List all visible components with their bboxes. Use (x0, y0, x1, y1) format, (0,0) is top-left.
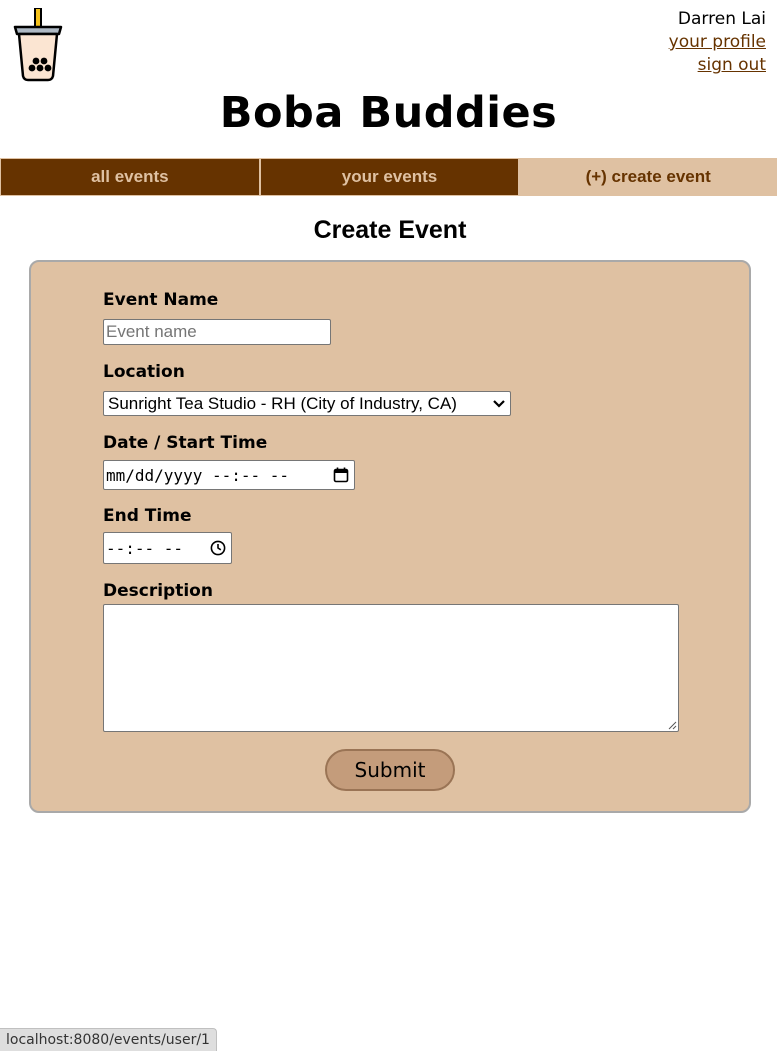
location-selected-value: Sunright Tea Studio - RH (City of Indust… (108, 393, 457, 413)
location-select[interactable]: Sunright Tea Studio - RH (City of Indust… (103, 391, 511, 416)
tab-all-events[interactable]: all events (0, 158, 260, 196)
page-title: Create Event (313, 216, 467, 244)
user-menu: Darren Lai your profile sign out (669, 8, 766, 77)
end-time-placeholder: --:-- -- (106, 538, 184, 558)
create-event-form: Event Name Event name Location Sunright … (29, 260, 751, 813)
start-time-label: Date / Start Time (103, 433, 268, 453)
submit-button[interactable]: Submit (325, 749, 455, 791)
end-time-label: End Time (103, 506, 192, 526)
profile-link[interactable]: your profile (669, 31, 766, 54)
calendar-icon[interactable] (333, 467, 349, 483)
user-name: Darren Lai (677, 9, 766, 29)
tab-your-events[interactable]: your events (259, 158, 520, 196)
main-nav: all events your events (+) create event (0, 158, 777, 196)
site-title: Boba Buddies (219, 88, 558, 138)
chevron-down-icon (493, 399, 505, 408)
start-datetime-input[interactable]: mm/dd/yyyy --:-- -- (103, 460, 355, 490)
status-bar-url: localhost:8080/events/user/1 (0, 1028, 217, 1051)
description-textarea[interactable] (103, 604, 679, 732)
clock-icon[interactable] (210, 540, 226, 556)
event-name-input[interactable]: Event name (103, 319, 331, 345)
description-label: Description (103, 581, 213, 601)
location-label: Location (103, 362, 185, 382)
event-name-label: Event Name (103, 290, 219, 310)
resize-handle-icon[interactable] (667, 720, 677, 730)
tab-create-event[interactable]: (+) create event (519, 158, 777, 196)
event-name-placeholder: Event name (106, 322, 197, 341)
boba-tea-cup-icon (13, 8, 63, 82)
end-time-input[interactable]: --:-- -- (103, 532, 232, 564)
signout-link[interactable]: sign out (669, 54, 766, 77)
start-datetime-placeholder: mm/dd/yyyy --:-- -- (106, 465, 290, 485)
